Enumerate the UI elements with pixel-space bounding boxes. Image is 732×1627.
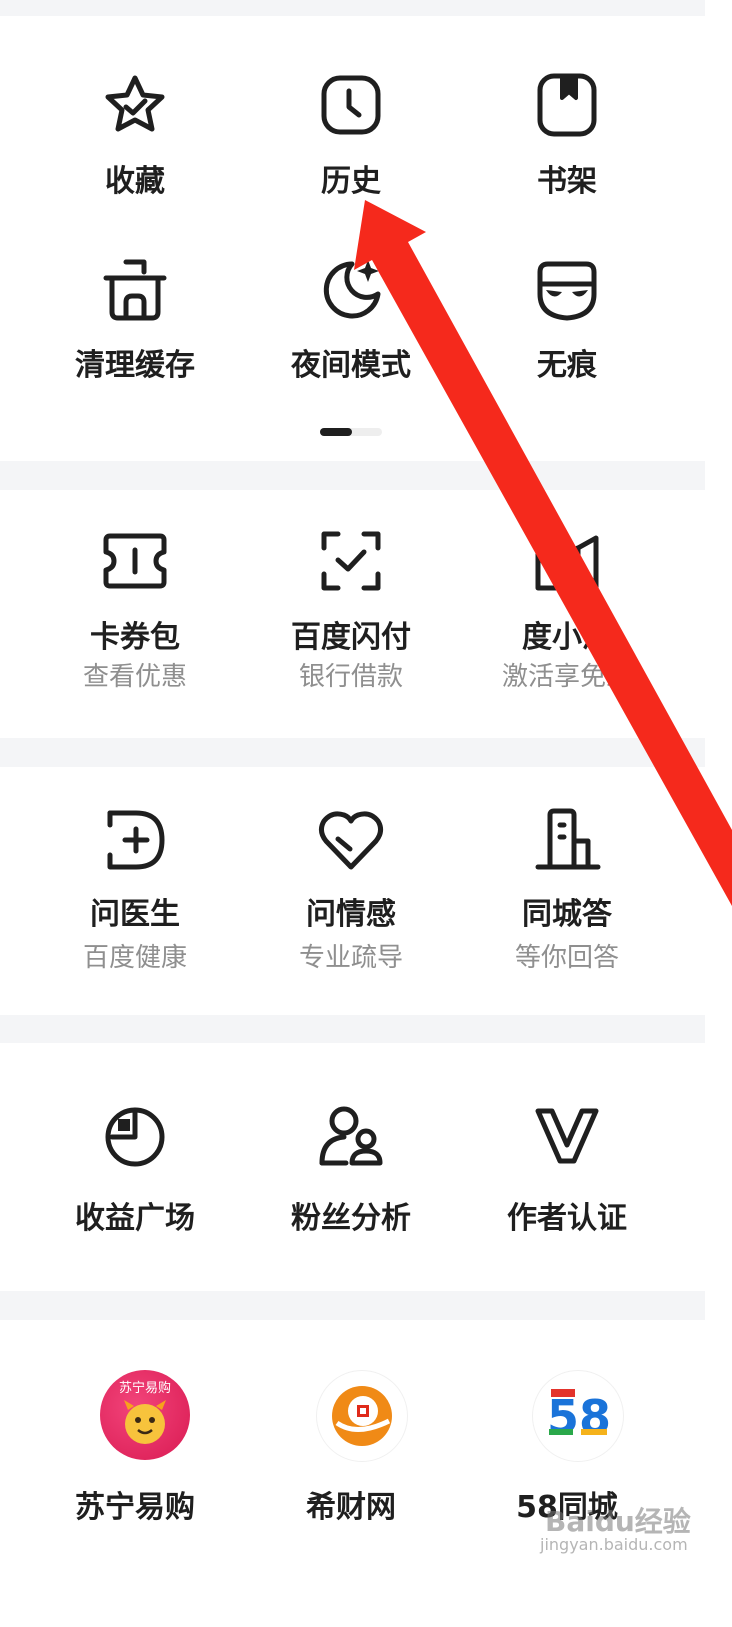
duxiaoman-sub: 激活享免息 bbox=[501, 662, 632, 692]
suning-label: 苏宁易购 bbox=[75, 1490, 195, 1525]
baidu-pay-item[interactable]: 百度闪付 银行借款 bbox=[236, 526, 466, 696]
tools-panel: 收藏 历史 书架 清理缓存 夜间模式 无痕 bbox=[0, 16, 705, 461]
coupon-item[interactable]: 卡券包 查看优惠 bbox=[20, 526, 250, 696]
xicai-label: 希财网 bbox=[306, 1490, 396, 1525]
right-edge bbox=[705, 0, 732, 1627]
moon-icon bbox=[316, 254, 386, 324]
fans-analysis-label: 粉丝分析 bbox=[291, 1201, 411, 1236]
partners-panel: 苏宁易购 苏宁易购 希财网 58 58同城 bbox=[0, 1320, 705, 1627]
pie-chart-icon bbox=[100, 1101, 170, 1171]
xicai-item[interactable]: 希财网 bbox=[236, 1370, 466, 1530]
ask-doctor-label: 问医生 bbox=[90, 897, 180, 932]
clear-cache-item[interactable]: 清理缓存 bbox=[20, 254, 250, 404]
scan-check-icon bbox=[316, 526, 386, 596]
baidu-pay-sub: 银行借款 bbox=[298, 662, 403, 692]
58-logo-text: 58 bbox=[547, 1390, 611, 1444]
users-icon bbox=[316, 1101, 386, 1171]
night-mode-item[interactable]: 夜间模式 bbox=[236, 254, 466, 404]
author-verify-label: 作者认证 bbox=[507, 1201, 627, 1236]
suning-logo-text: 苏宁易购 bbox=[119, 1380, 171, 1396]
mask-icon bbox=[532, 254, 602, 324]
health-panel: 问医生 百度健康 问情感 专业疏导 同城答 等你回答 bbox=[0, 767, 705, 1015]
ask-doctor-item[interactable]: 问医生 百度健康 bbox=[20, 805, 250, 975]
favorites-item[interactable]: 收藏 bbox=[20, 70, 250, 220]
clear-cache-label: 清理缓存 bbox=[75, 348, 195, 383]
ticket-icon bbox=[100, 526, 170, 596]
watermark-text: Baidu经验 bbox=[545, 1505, 691, 1538]
author-verify-item[interactable]: 作者认证 bbox=[452, 1101, 682, 1241]
page-indicator-active bbox=[320, 428, 352, 436]
baidu-pay-label: 百度闪付 bbox=[291, 620, 411, 655]
local-answer-label: 同城答 bbox=[522, 897, 612, 932]
clock-icon bbox=[316, 70, 386, 140]
page-indicator bbox=[320, 428, 382, 436]
night-mode-label: 夜间模式 bbox=[291, 348, 411, 383]
xicai-logo bbox=[316, 1370, 408, 1462]
coupon-sub: 查看优惠 bbox=[82, 662, 187, 692]
creator-panel: 收益广场 粉丝分析 作者认证 bbox=[0, 1043, 705, 1291]
bookmark-icon bbox=[532, 70, 602, 140]
earnings-label: 收益广场 bbox=[75, 1201, 195, 1236]
duxiaoman-icon bbox=[532, 526, 602, 596]
bookshelf-item[interactable]: 书架 bbox=[452, 70, 682, 220]
history-label: 历史 bbox=[321, 164, 381, 199]
star-icon bbox=[100, 70, 170, 140]
duxiaoman-label: 度小满 bbox=[522, 620, 612, 655]
suning-logo: 苏宁易购 bbox=[100, 1370, 190, 1460]
cache-pot-icon bbox=[100, 254, 170, 324]
heart-icon bbox=[316, 805, 386, 875]
ask-emotion-sub: 专业疏导 bbox=[298, 943, 403, 973]
fans-analysis-item[interactable]: 粉丝分析 bbox=[236, 1101, 466, 1241]
ask-emotion-label: 问情感 bbox=[306, 897, 396, 932]
local-answer-item[interactable]: 同城答 等你回答 bbox=[452, 805, 682, 975]
duxiaoman-item[interactable]: 度小满 激活享免息 bbox=[452, 526, 682, 696]
bookshelf-label: 书架 bbox=[537, 164, 597, 199]
incognito-label: 无痕 bbox=[537, 348, 597, 383]
history-item[interactable]: 历史 bbox=[236, 70, 466, 220]
watermark-sub: jingyan.baidu.com bbox=[540, 1535, 688, 1554]
finance-panel: 卡券包 查看优惠 百度闪付 银行借款 度小满 激活享免息 bbox=[0, 490, 705, 738]
building-icon bbox=[532, 805, 602, 875]
local-answer-sub: 等你回答 bbox=[514, 943, 619, 973]
coupon-label: 卡券包 bbox=[90, 620, 180, 655]
ask-emotion-item[interactable]: 问情感 专业疏导 bbox=[236, 805, 466, 975]
suning-item[interactable]: 苏宁易购 苏宁易购 bbox=[20, 1370, 250, 1530]
58-logo: 58 bbox=[532, 1370, 624, 1462]
earnings-item[interactable]: 收益广场 bbox=[20, 1101, 250, 1241]
v-badge-icon bbox=[532, 1101, 602, 1171]
incognito-item[interactable]: 无痕 bbox=[452, 254, 682, 404]
favorites-label: 收藏 bbox=[105, 164, 165, 199]
medical-plus-icon bbox=[100, 805, 170, 875]
ask-doctor-sub: 百度健康 bbox=[82, 943, 187, 973]
